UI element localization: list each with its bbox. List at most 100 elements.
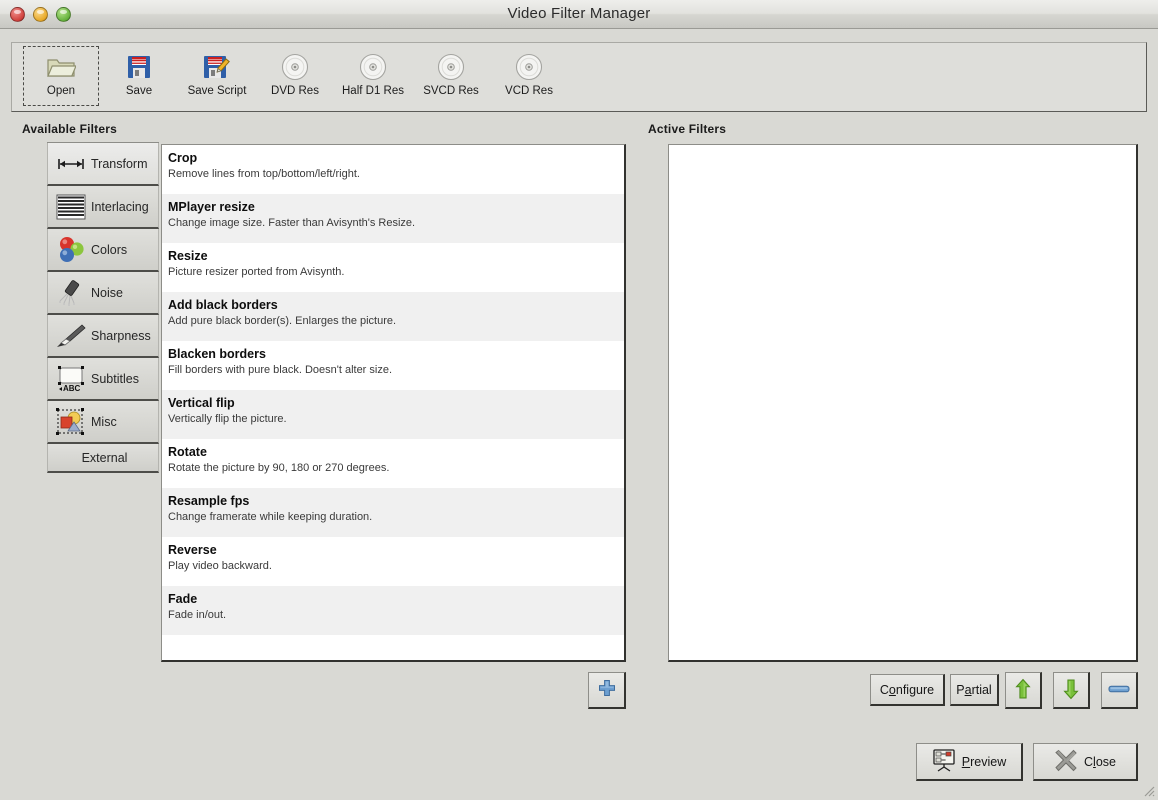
filter-name: Reverse [168, 543, 217, 557]
category-label-noise: Noise [91, 285, 123, 300]
plus-icon [597, 679, 617, 702]
toolbar-label-save-script: Save Script [187, 85, 247, 97]
toolbar-button-vcd-res[interactable]: VCD Res [490, 45, 568, 107]
toolbar: Open Save Save Script DVD Res Half D1 Re… [11, 42, 1147, 112]
available-filters-heading: Available Filters [22, 122, 117, 136]
filter-row[interactable]: Resize Picture resizer ported from Avisy… [162, 243, 624, 292]
folder-open-icon [46, 50, 76, 84]
toolbar-button-svcd-res[interactable]: SVCD Res [412, 45, 490, 107]
filter-description: Change framerate while keeping duration. [168, 511, 373, 523]
configure-button-label: Configure [879, 682, 935, 697]
close-button[interactable]: Close [1033, 743, 1138, 781]
misc-shapes-icon [54, 407, 88, 437]
toolbar-button-open[interactable]: Open [22, 45, 100, 107]
filter-description: Add pure black border(s). Enlarges the p… [168, 315, 397, 327]
move-filter-down-button[interactable] [1053, 672, 1090, 709]
remove-filter-button[interactable] [1101, 672, 1138, 709]
window-title: Video Filter Manager [507, 5, 651, 22]
category-label-colors: Colors [91, 242, 128, 257]
category-subtitles[interactable]: ABC Subtitles [47, 358, 159, 401]
toolbar-button-save-script[interactable]: Save Script [178, 45, 256, 107]
configure-button[interactable]: Configure [870, 674, 945, 706]
filter-description: Vertically flip the picture. [168, 413, 287, 425]
add-filter-button[interactable] [588, 672, 626, 709]
filter-row[interactable]: Add black borders Add pure black border(… [162, 292, 624, 341]
toolbar-button-dvd-res[interactable]: DVD Res [256, 45, 334, 107]
transform-arrows-icon [54, 149, 88, 179]
title-bar: Video Filter Manager [0, 0, 1158, 29]
filter-row[interactable]: Fade Fade in/out. [162, 586, 624, 635]
disc-icon [358, 50, 388, 84]
filter-row[interactable]: Reverse Play video backward. [162, 537, 624, 586]
category-colors[interactable]: Colors [47, 229, 159, 272]
filter-description: Fade in/out. [168, 609, 227, 621]
toolbar-label-open: Open [46, 85, 76, 97]
floppy-disk-icon [126, 50, 152, 84]
filter-name: Blacken borders [168, 347, 266, 361]
toolbar-label-half-d1-res: Half D1 Res [342, 85, 404, 97]
toolbar-label-dvd-res: DVD Res [271, 85, 319, 97]
filter-name: Rotate [168, 445, 207, 459]
filter-name: Vertical flip [168, 396, 235, 410]
partial-button[interactable]: Partial [950, 674, 999, 706]
sharpness-brush-icon [54, 321, 88, 351]
active-filters-heading: Active Filters [648, 122, 727, 136]
toolbar-button-save[interactable]: Save [100, 45, 178, 107]
arrow-down-icon [1060, 678, 1082, 703]
interlacing-lines-icon [54, 192, 88, 222]
arrow-up-icon [1012, 678, 1034, 703]
toolbar-label-svcd-res: SVCD Res [423, 85, 479, 97]
filter-name: Crop [168, 151, 198, 165]
filter-category-list: Transform Interlacing Colors Noise Sharp… [47, 142, 159, 473]
filter-description: Picture resizer ported from Avisynth. [168, 266, 345, 278]
toolbar-label-vcd-res: VCD Res [505, 85, 553, 97]
resize-grip[interactable] [1141, 783, 1155, 797]
partial-button-label: Partial [956, 682, 992, 697]
filter-row[interactable]: Vertical flip Vertically flip the pictur… [162, 390, 624, 439]
filter-row[interactable]: Blacken borders Fill borders with pure b… [162, 341, 624, 390]
filter-description: Rotate the picture by 90, 180 or 270 deg… [168, 462, 390, 474]
preview-button[interactable]: Preview [916, 743, 1023, 781]
video-filter-manager-window: Video Filter Manager Open Save Save Scri… [0, 0, 1158, 800]
filter-row[interactable]: MPlayer resize Change image size. Faster… [162, 194, 624, 243]
noise-spray-icon [54, 278, 88, 308]
category-transform[interactable]: Transform [47, 143, 159, 186]
category-sharpness[interactable]: Sharpness [47, 315, 159, 358]
filter-description: Play video backward. [168, 560, 272, 572]
category-label-transform: Transform [91, 156, 148, 171]
filter-description: Fill borders with pure black. Doesn't al… [168, 364, 393, 376]
disc-icon [280, 50, 310, 84]
filter-row[interactable]: Crop Remove lines from top/bottom/left/r… [162, 145, 624, 194]
category-label-interlacing: Interlacing [91, 199, 149, 214]
category-label-sharpness: Sharpness [91, 328, 151, 343]
svg-text:ABC: ABC [63, 384, 81, 393]
color-spheres-icon [54, 235, 88, 265]
filter-name: Resize [168, 249, 208, 263]
x-cross-icon [1054, 748, 1078, 775]
active-filters-list[interactable] [668, 144, 1138, 662]
filter-row[interactable]: Rotate Rotate the picture by 90, 180 or … [162, 439, 624, 488]
category-label-external: External [81, 450, 128, 465]
close-button-label: Close [1084, 754, 1116, 769]
available-filters-list[interactable]: Crop Remove lines from top/bottom/left/r… [161, 144, 626, 662]
toolbar-button-half-d1-res[interactable]: Half D1 Res [334, 45, 412, 107]
filter-name: Resample fps [168, 494, 250, 508]
category-label-subtitles: Subtitles [91, 371, 139, 386]
minus-icon [1108, 683, 1130, 698]
category-misc[interactable]: Misc [47, 401, 159, 444]
move-filter-up-button[interactable] [1005, 672, 1042, 709]
filter-description: Change image size. Faster than Avisynth'… [168, 217, 416, 229]
category-interlacing[interactable]: Interlacing [47, 186, 159, 229]
filter-row[interactable]: Resample fps Change framerate while keep… [162, 488, 624, 537]
category-external[interactable]: External [47, 444, 159, 473]
category-noise[interactable]: Noise [47, 272, 159, 315]
preview-screen-icon [932, 748, 956, 775]
filter-description: Remove lines from top/bottom/left/right. [168, 168, 360, 180]
disc-icon [514, 50, 544, 84]
disc-icon [436, 50, 466, 84]
filter-name: Add black borders [168, 298, 278, 312]
subtitles-abc-icon: ABC [54, 364, 88, 394]
category-label-misc: Misc [91, 414, 117, 429]
floppy-disk-pencil-icon [203, 50, 231, 84]
filter-name: Fade [168, 592, 198, 606]
